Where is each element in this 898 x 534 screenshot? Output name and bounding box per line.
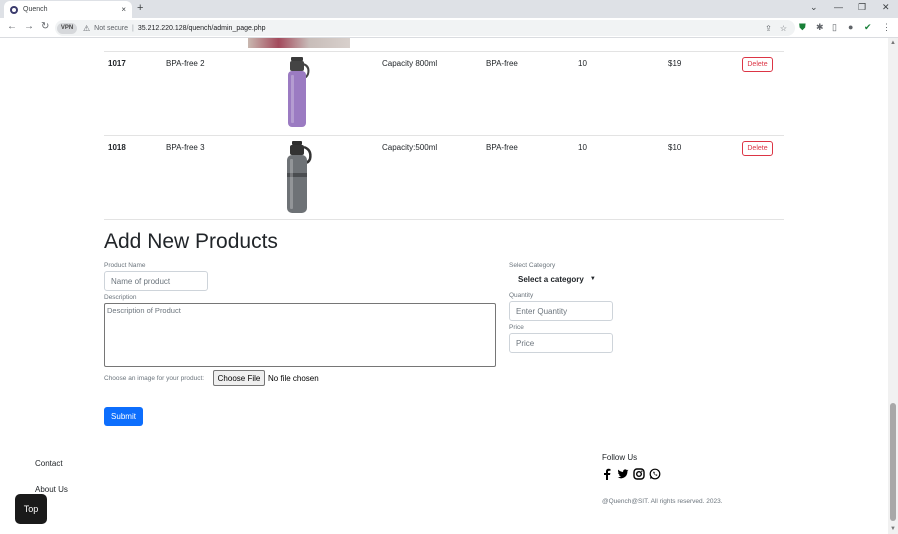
product-price: $19 bbox=[668, 59, 682, 68]
submit-button[interactable]: Submit bbox=[104, 407, 143, 426]
back-icon[interactable]: ← bbox=[7, 21, 17, 32]
warning-icon[interactable]: ⚠ bbox=[83, 24, 90, 33]
choose-file-button[interactable]: Choose File bbox=[213, 370, 265, 386]
page-scrollbar[interactable]: ▲ ▼ bbox=[888, 38, 898, 534]
table-row: 1017 BPA-free 2 Capacity 800ml BPA-free … bbox=[104, 52, 784, 136]
minimize-icon[interactable]: — bbox=[834, 2, 843, 12]
product-id: 1018 bbox=[108, 143, 126, 152]
vpn-badge[interactable]: VPN bbox=[57, 22, 77, 34]
twitter-icon[interactable] bbox=[617, 468, 629, 480]
facebook-icon[interactable] bbox=[602, 468, 612, 480]
security-status[interactable]: Not secure bbox=[94, 25, 128, 32]
back-to-top-button[interactable]: Top bbox=[15, 494, 47, 524]
instagram-icon[interactable] bbox=[633, 468, 645, 480]
copyright-text: @Quench@SIT. All rights reserved. 2023. bbox=[602, 498, 723, 505]
bottle-body bbox=[288, 71, 306, 127]
product-type: BPA-free bbox=[486, 143, 518, 152]
tab-search-icon[interactable]: ⌄ bbox=[810, 2, 818, 13]
scroll-up-icon[interactable]: ▲ bbox=[890, 40, 896, 46]
product-name-label: Product Name bbox=[104, 262, 146, 269]
quantity-input[interactable]: Enter Quantity bbox=[509, 301, 613, 321]
product-quantity: 10 bbox=[578, 59, 587, 68]
share-icon[interactable]: ⇪ bbox=[765, 24, 772, 33]
shield-extension-icon[interactable]: ⛊ bbox=[799, 22, 806, 33]
product-price: $10 bbox=[668, 143, 682, 152]
delete-button[interactable]: Delete bbox=[742, 141, 773, 156]
table-row: 1018 BPA-free 3 Capacity:500ml BPA-free … bbox=[104, 136, 784, 220]
url-text[interactable]: 35.212.220.128/quench/admin_page.php bbox=[138, 25, 266, 32]
profile-icon[interactable]: ● bbox=[848, 22, 853, 32]
url-separator: | bbox=[132, 24, 134, 32]
bookmark-star-icon[interactable]: ☆ bbox=[780, 24, 787, 33]
price-label: Price bbox=[509, 324, 524, 331]
extensions-puzzle-icon[interactable]: ✱ bbox=[816, 22, 824, 33]
security-extension-icon[interactable]: ✔ bbox=[864, 22, 872, 33]
add-products-heading: Add New Products bbox=[104, 230, 278, 253]
previous-product-image bbox=[248, 38, 350, 48]
follow-us-heading: Follow Us bbox=[602, 453, 638, 462]
page-content: 1017 BPA-free 2 Capacity 800ml BPA-free … bbox=[0, 38, 888, 534]
quantity-label: Quantity bbox=[509, 292, 534, 299]
product-type: BPA-free bbox=[486, 59, 518, 68]
browser-tab[interactable]: Quench × bbox=[4, 1, 132, 18]
side-panel-icon[interactable]: ▯ bbox=[832, 22, 837, 33]
category-selected-value: Select a category bbox=[518, 274, 584, 284]
product-image-bottle bbox=[287, 141, 312, 213]
category-label: Select Category bbox=[509, 262, 556, 269]
product-capacity: Capacity:500ml bbox=[382, 143, 438, 152]
scrollbar-thumb[interactable] bbox=[890, 403, 896, 521]
menu-kebab-icon[interactable]: ⋮ bbox=[882, 22, 891, 33]
product-name-input[interactable]: Name of product bbox=[104, 271, 208, 291]
site-favicon-icon bbox=[10, 5, 18, 14]
new-tab-icon[interactable]: + bbox=[137, 2, 143, 14]
product-image-bottle bbox=[288, 57, 310, 127]
whatsapp-icon[interactable] bbox=[649, 468, 661, 480]
browser-toolbar: ← → ↻ VPN ⚠ Not secure | 35.212.220.128/… bbox=[0, 18, 898, 38]
category-select[interactable]: Select a category ▼ bbox=[509, 271, 597, 287]
scroll-down-icon[interactable]: ▼ bbox=[890, 526, 896, 532]
delete-button[interactable]: Delete bbox=[742, 57, 773, 72]
product-quantity: 10 bbox=[578, 143, 587, 152]
window-close-icon[interactable]: ✕ bbox=[882, 2, 890, 13]
price-input[interactable]: Price bbox=[509, 333, 613, 353]
tab-title: Quench bbox=[23, 6, 48, 13]
product-name: BPA-free 3 bbox=[166, 143, 205, 152]
reload-icon[interactable]: ↻ bbox=[41, 21, 49, 32]
browser-tab-bar: Quench × + ⌄ — ❐ ✕ bbox=[0, 0, 898, 18]
product-id: 1017 bbox=[108, 59, 126, 68]
forward-icon[interactable]: → bbox=[24, 21, 34, 32]
about-link[interactable]: About Us bbox=[35, 485, 68, 494]
product-capacity: Capacity 800ml bbox=[382, 59, 438, 68]
contact-link[interactable]: Contact bbox=[35, 459, 63, 468]
image-upload-label: Choose an image for your product: bbox=[104, 375, 205, 382]
file-status: No file chosen bbox=[268, 374, 319, 383]
product-name: BPA-free 2 bbox=[166, 59, 205, 68]
description-label: Description bbox=[104, 294, 137, 301]
chevron-down-icon: ▼ bbox=[589, 276, 596, 282]
tab-close-icon[interactable]: × bbox=[121, 5, 126, 14]
address-bar[interactable]: VPN ⚠ Not secure | 35.212.220.128/quench… bbox=[55, 20, 795, 36]
maximize-icon[interactable]: ❐ bbox=[858, 2, 866, 13]
description-textarea[interactable]: Description of Product bbox=[104, 303, 496, 367]
